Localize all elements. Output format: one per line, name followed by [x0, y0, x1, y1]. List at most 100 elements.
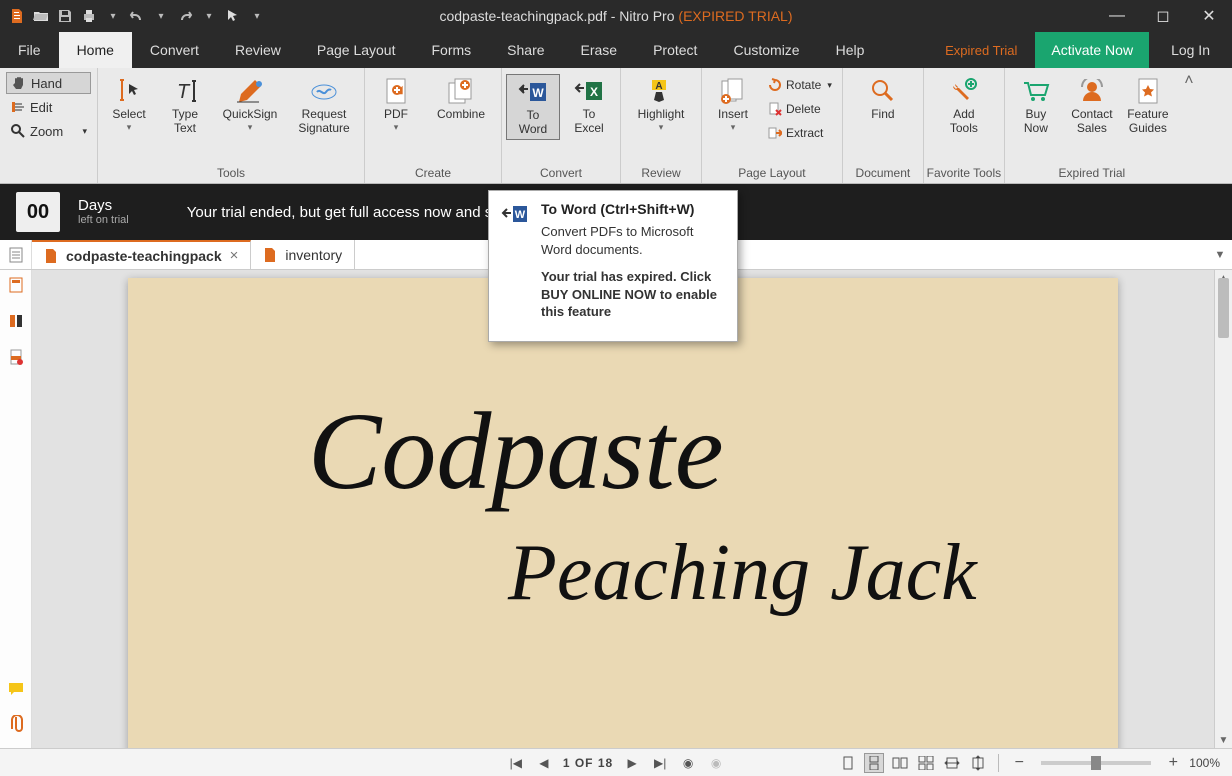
- svg-text:X: X: [590, 85, 598, 99]
- feature-guides-button[interactable]: Feature Guides: [1121, 74, 1175, 138]
- vertical-scrollbar[interactable]: ▲ ▼: [1214, 270, 1232, 748]
- pages-panel-icon[interactable]: [8, 276, 24, 299]
- log-in-link[interactable]: Log In: [1149, 32, 1232, 68]
- to-excel-label: To Excel: [574, 108, 603, 136]
- doc-tab-2[interactable]: inventory: [251, 240, 355, 269]
- menu-convert[interactable]: Convert: [132, 32, 217, 68]
- page-indicator: 1 OF 18: [563, 756, 613, 770]
- cursor-icon[interactable]: [222, 5, 244, 27]
- hand-tool-button[interactable]: Hand: [6, 72, 91, 94]
- next-page-button[interactable]: ▶: [623, 754, 641, 772]
- quicksign-button[interactable]: QuickSign▾: [214, 74, 286, 138]
- scroll-down-icon[interactable]: ▼: [1215, 732, 1232, 748]
- save-icon[interactable]: [54, 5, 76, 27]
- menu-page-layout[interactable]: Page Layout: [299, 32, 414, 68]
- title-doc: codpaste-teachingpack.pdf: [439, 8, 606, 24]
- menu-file[interactable]: File: [0, 32, 59, 68]
- print-dropdown-icon[interactable]: ▾: [102, 5, 124, 27]
- hand-label: Hand: [31, 76, 62, 91]
- prev-view-button[interactable]: ◉: [679, 754, 697, 772]
- facing-continuous-view-button[interactable]: [916, 753, 936, 773]
- undo-icon[interactable]: [126, 5, 148, 27]
- fit-page-button[interactable]: [968, 753, 988, 773]
- zoom-slider-knob[interactable]: [1091, 756, 1101, 770]
- zoom-percent[interactable]: 100%: [1189, 756, 1220, 770]
- menu-home[interactable]: Home: [59, 32, 132, 68]
- to-word-tooltip-icon: W: [501, 201, 529, 229]
- extract-button[interactable]: Extract: [762, 122, 838, 144]
- qat-customize-icon[interactable]: ▾: [246, 5, 268, 27]
- zoom-slider[interactable]: [1041, 761, 1151, 765]
- ribbon-group-convert: WTo Word XTo Excel Convert: [502, 68, 621, 183]
- print-icon[interactable]: [78, 5, 100, 27]
- days-count: 00: [16, 192, 60, 232]
- close-button[interactable]: ✕: [1186, 0, 1232, 32]
- fit-width-button[interactable]: [942, 753, 962, 773]
- menu-forms[interactable]: Forms: [413, 32, 489, 68]
- edit-tool-button[interactable]: Edit: [6, 96, 91, 118]
- tooltip-body: Convert PDFs to Microsoft Word documents…: [541, 223, 725, 258]
- contact-sales-button[interactable]: Contact Sales: [1065, 74, 1119, 138]
- maximize-button[interactable]: ◻: [1140, 0, 1186, 32]
- zoom-label: Zoom: [30, 124, 63, 139]
- delete-button[interactable]: Delete: [762, 98, 838, 120]
- highlight-button[interactable]: AHighlight▾: [625, 74, 697, 138]
- prev-page-button[interactable]: ◀: [535, 754, 553, 772]
- svg-text:W: W: [515, 209, 526, 221]
- ribbon-collapse-button[interactable]: ˄: [1179, 68, 1199, 183]
- single-page-view-button[interactable]: [838, 753, 858, 773]
- menu-erase[interactable]: Erase: [563, 32, 636, 68]
- zoom-tool-button[interactable]: Zoom▾: [6, 120, 91, 142]
- quick-access-toolbar: ▾ ▾ ▾ ▾: [0, 5, 268, 27]
- expired-trial-link[interactable]: Expired Trial: [927, 32, 1035, 68]
- sidebar-toggle-top[interactable]: [0, 240, 32, 269]
- to-word-button[interactable]: WTo Word: [506, 74, 560, 140]
- group-create-label: Create: [365, 163, 501, 183]
- redo-icon[interactable]: [174, 5, 196, 27]
- open-icon[interactable]: [30, 5, 52, 27]
- buy-now-button[interactable]: Buy Now: [1009, 74, 1063, 138]
- first-page-button[interactable]: |◀: [507, 754, 525, 772]
- to-excel-button[interactable]: X To Excel: [562, 74, 616, 138]
- next-view-button[interactable]: ◉: [707, 754, 725, 772]
- zoom-in-button[interactable]: +: [1163, 753, 1183, 773]
- close-tab-1-icon[interactable]: ×: [230, 247, 239, 264]
- last-page-button[interactable]: ▶|: [651, 754, 669, 772]
- feature-guides-label: Feature Guides: [1127, 108, 1168, 136]
- activate-now-button[interactable]: Activate Now: [1035, 32, 1149, 68]
- doc-tab-1[interactable]: codpaste-teachingpack ×: [32, 240, 251, 269]
- comments-panel-icon[interactable]: [8, 682, 24, 701]
- scroll-thumb[interactable]: [1218, 278, 1229, 338]
- banner-message: Your trial ended, but get full access no…: [187, 204, 492, 221]
- rotate-button[interactable]: Rotate▾: [762, 74, 838, 96]
- signatures-panel-icon[interactable]: [8, 348, 24, 371]
- menu-share[interactable]: Share: [489, 32, 562, 68]
- bookmarks-panel-icon[interactable]: [8, 313, 24, 334]
- find-button[interactable]: Find: [847, 74, 919, 138]
- combine-button[interactable]: Combine: [425, 74, 497, 138]
- type-text-button[interactable]: T Type Text: [158, 74, 212, 138]
- request-signature-button[interactable]: Request Signature: [288, 74, 360, 138]
- menu-help[interactable]: Help: [818, 32, 883, 68]
- zoom-out-button[interactable]: −: [1009, 753, 1029, 773]
- menu-protect[interactable]: Protect: [635, 32, 715, 68]
- app-icon[interactable]: [6, 5, 28, 27]
- minimize-button[interactable]: —: [1094, 0, 1140, 32]
- insert-button[interactable]: Insert▾: [706, 74, 760, 138]
- attachments-panel-icon[interactable]: [9, 715, 23, 738]
- redo-dropdown-icon[interactable]: ▾: [198, 5, 220, 27]
- add-tools-button[interactable]: Add Tools: [928, 74, 1000, 138]
- tab-list-dropdown[interactable]: ▼: [1208, 240, 1232, 269]
- facing-view-button[interactable]: [890, 753, 910, 773]
- menu-review[interactable]: Review: [217, 32, 299, 68]
- type-text-label: Type Text: [172, 108, 198, 136]
- group-tools-label: Tools: [98, 163, 364, 183]
- pdf-icon: [263, 247, 277, 263]
- title-bar: ▾ ▾ ▾ ▾ codpaste-teachingpack.pdf - Nitr…: [0, 0, 1232, 32]
- undo-dropdown-icon[interactable]: ▾: [150, 5, 172, 27]
- pdf-button[interactable]: PDF▾: [369, 74, 423, 138]
- continuous-view-button[interactable]: [864, 753, 884, 773]
- menu-customize[interactable]: Customize: [715, 32, 817, 68]
- svg-text:T: T: [177, 81, 191, 103]
- select-button[interactable]: Select▾: [102, 74, 156, 138]
